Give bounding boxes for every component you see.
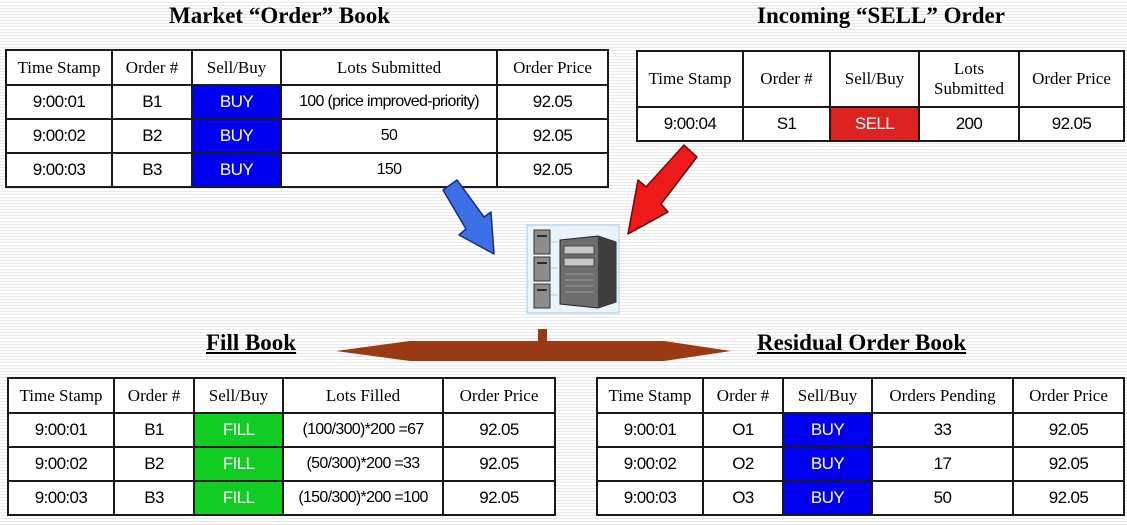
server-icon <box>526 224 620 314</box>
sell-order-arrow <box>627 144 698 235</box>
flow-diagram <box>336 144 731 361</box>
buy-orders-arrow <box>442 179 495 255</box>
routing-arrow <box>336 329 731 361</box>
routing-arrow-bar <box>336 341 731 361</box>
